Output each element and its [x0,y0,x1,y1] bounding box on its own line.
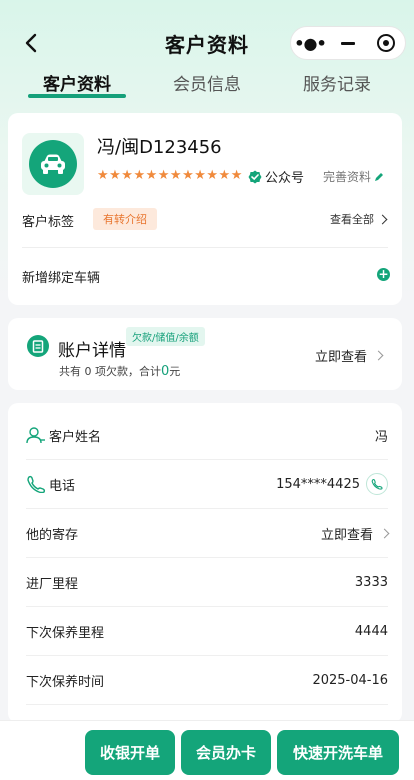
account-summary-text: 共有 0 项欠款，合计 [59,365,161,378]
row-customer-name: 客户姓名 冯 [26,411,388,460]
customer-tag-chip: 有转介绍 [93,208,157,230]
complete-profile-link[interactable]: 完善资料 [323,168,384,185]
row-mileage: 进厂里程 3333 [26,558,388,607]
view-all-label: 查看全部 [330,213,374,226]
row-next-date: 下次保养时间 2025-04-16 [26,656,388,705]
tab-customer-profile[interactable]: 客户资料 [30,70,124,95]
view-all-tags-link[interactable]: 查看全部 [330,211,388,227]
row-phone: 电话 154****4425 [26,460,388,509]
phone-value: 154****4425 [276,473,388,495]
phone-label: 电话 [26,475,75,494]
mileage-value: 3333 [354,574,388,590]
call-icon [371,479,383,490]
bottom-action-bar: 收银开单 会员办卡 快速开洗车单 [0,720,414,780]
more-dots-icon: •●• [294,33,326,53]
complete-profile-label: 完善资料 [323,170,372,184]
next-date-label: 下次保养时间 [26,674,105,690]
verified-badge-icon [248,170,262,183]
customer-card: 冯/闽D123456 ★★★★★★★★★★★★ 公众号 完善资料 客户标签 有转… [8,113,402,305]
active-tab-indicator [28,94,126,98]
target-icon [377,34,395,52]
customer-name-value: 冯 [374,429,388,445]
next-mileage-label: 下次保养里程 [26,625,105,641]
account-badge: 欠款/储值/余额 [126,327,205,346]
customer-tag-label: 客户标签 [22,215,75,230]
rating-stars: ★★★★★★★★★★★★ [97,168,243,183]
close-capsule-button[interactable] [367,27,405,59]
wechat-label: 公众号 [265,171,305,186]
minimize-icon [341,41,355,45]
mileage-label: 进厂里程 [26,576,79,592]
tab-member-info[interactable]: 会员信息 [160,70,254,95]
minimize-button[interactable] [329,27,367,59]
storage-link-label: 立即查看 [320,527,373,543]
mini-program-capsule: •●• [290,26,406,60]
tab-bar: 客户资料 会员信息 服务记录 [0,70,414,100]
chevron-right-icon [373,350,384,361]
chevron-right-icon [379,528,390,538]
wechat-official-account: 公众号 [248,167,304,186]
edit-pencil-icon [375,172,384,181]
customer-name-label: 客户姓名 [26,426,101,445]
row-storage[interactable]: 他的寄存 立即查看 [26,509,390,558]
member-card-button[interactable]: 会员办卡 [181,730,271,775]
car-icon [41,154,65,174]
storage-link[interactable]: 立即查看 [320,524,390,543]
license-plate: 冯/闽D123456 [97,137,222,158]
checkout-button[interactable]: 收银开单 [85,730,175,775]
person-icon [26,427,45,444]
quick-wash-button[interactable]: 快速开洗车单 [277,730,399,775]
storage-label: 他的寄存 [26,527,79,543]
view-account-link[interactable]: 立即查看 [314,346,384,365]
next-mileage-value: 4444 [354,623,388,639]
document-icon [27,335,49,357]
chevron-right-icon [377,214,388,224]
view-account-label: 立即查看 [314,350,367,365]
account-title: 账户详情 [58,341,126,361]
phone-number: 154****4425 [276,476,360,492]
row-next-mileage: 下次保养里程 4444 [26,607,388,656]
customer-name-label-text: 客户姓名 [49,429,102,445]
more-button[interactable]: •●• [291,27,329,59]
phone-label-text: 电话 [49,478,76,494]
account-summary: 共有 0 项欠款，合计0元 [59,363,180,379]
call-button[interactable] [366,473,388,495]
nav-bar: 客户资料 •●• [0,24,414,62]
tab-service-records[interactable]: 服务记录 [290,70,384,95]
account-unit: 元 [169,365,181,378]
vehicle-avatar [22,133,84,195]
customer-info-card: 客户姓名 冯 电话 154****4425 他的寄存 立即查看 进厂里程 333… [8,403,402,723]
next-date-value: 2025-04-16 [312,672,388,688]
divider [22,247,388,248]
add-vehicle-label: 新增绑定车辆 [22,271,101,286]
phone-icon [27,475,46,493]
account-card[interactable]: 账户详情 欠款/储值/余额 共有 0 项欠款，合计0元 立即查看 [8,318,402,390]
add-vehicle-button[interactable]: + [377,268,390,281]
